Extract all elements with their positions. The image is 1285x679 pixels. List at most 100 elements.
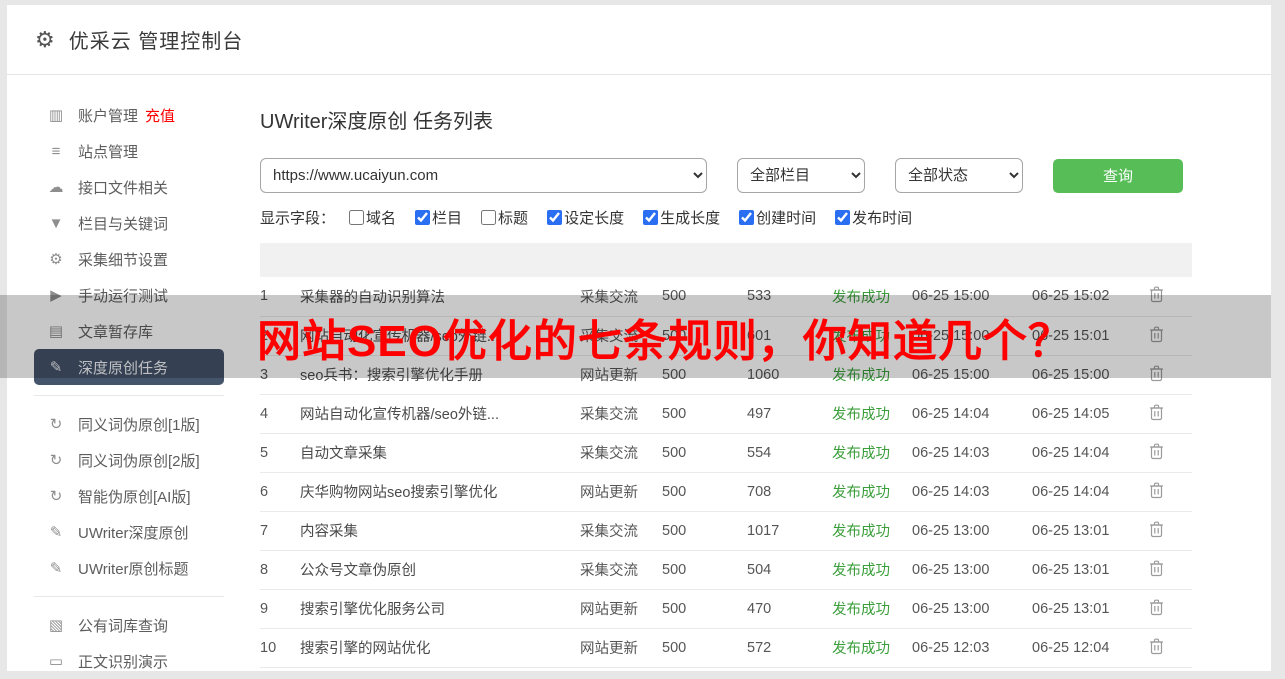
delete-task-button[interactable] [1147,519,1166,543]
edit-icon: ✎ [49,359,63,376]
sidebar-item[interactable]: ✎ UWriter深度原创 [34,514,224,550]
sidebar-item[interactable]: ▧ 公有词库查询 [34,607,224,643]
cell-index: 7 [260,511,300,551]
cell-status: 发布成功 [832,316,912,356]
cell-published-time: 06-25 13:01 [1032,589,1147,629]
table-row: 3 seo兵书：搜索引擎优化手册 网站更新 500 1060 发布成功 06-2… [260,355,1192,395]
cell-status: 发布成功 [832,628,912,668]
cell-gen-length: 1017 [747,511,832,551]
field-checkbox[interactable]: 栏目 [415,207,462,228]
sidebar-item[interactable]: ✎ UWriter原创标题 [34,550,224,586]
delete-task-button[interactable] [1147,558,1166,582]
sidebar: ▥ 账户管理 充值 ≡ 站点管理 ☁ 接口文件相关 ▼ 栏目与关键词 ⚙ 采集细… [7,75,244,671]
field-checkbox-input[interactable] [739,210,755,225]
recharge-link[interactable]: 充值 [145,105,175,126]
cell-gen-length: 533 [747,277,832,317]
cell-created-time: 06-25 13:00 [912,511,1032,551]
filter-icon: ▼ [48,214,64,232]
cell-published-time: 06-25 15:02 [1032,277,1147,317]
search-button[interactable]: 查询 [1053,158,1183,193]
cell-column: 网站更新 [580,355,662,395]
refresh-icon: ↻ [49,452,63,469]
cell-set-length: 500 [662,589,747,629]
sidebar-item[interactable]: ▤ 文章暂存库 [34,313,224,349]
sidebar-item[interactable]: ⚙ 采集细节设置 [34,241,224,277]
field-checkbox[interactable]: 创建时间 [739,207,816,228]
table-row: 5 自动文章采集 采集交流 500 554 发布成功 06-25 14:03 0… [260,433,1192,473]
monitor-icon: ▭ [48,653,64,670]
app-header: ⚙ 优采云 管理控制台 [7,5,1271,75]
cell-actions [1147,589,1192,629]
cell-set-length: 500 [662,628,747,668]
cell-keyword: 采集器的自动识别算法 [300,277,580,317]
cell-gen-length: 572 [747,628,832,668]
cell-status: 发布成功 [832,433,912,473]
cell-column: 采集交流 [580,277,662,317]
sidebar-item-label: 账户管理 [78,107,139,125]
sidebar-item[interactable]: ▭ 正文识别演示 [34,643,224,679]
field-checkbox-input[interactable] [349,210,365,225]
field-checkbox[interactable]: 域名 [349,207,396,228]
sidebar-item[interactable]: ▶ 手动运行测试 [34,277,224,313]
cell-keyword: 内容采集 [300,511,580,551]
sidebar-item-label: 深度原创任务 [78,359,169,377]
delete-task-button[interactable] [1147,636,1166,660]
sidebar-item[interactable]: ↻ 智能伪原创[AI版] [34,478,224,514]
sidebar-item[interactable]: ☁ 接口文件相关 [34,169,224,205]
cell-keyword: 庆华购物网站seo搜索引擎优化 [300,472,580,512]
sidebar-item-label: 文章暂存库 [78,323,154,341]
field-checkbox[interactable]: 生成长度 [643,207,720,228]
sidebar-item[interactable]: ≡ 站点管理 [34,133,224,169]
sidebar-item-label: 站点管理 [78,143,139,161]
delete-task-button[interactable] [1147,284,1166,308]
cell-created-time: 06-25 15:00 [912,316,1032,356]
sidebar-item[interactable]: ▥ 账户管理 充值 [34,97,224,133]
cell-created-time: 06-25 14:03 [912,433,1032,473]
cell-column: 采集交流 [580,394,662,434]
cell-column: 网站更新 [580,472,662,512]
cell-published-time: 06-25 12:04 [1032,628,1147,668]
cell-gen-length: 601 [747,316,832,356]
field-checkbox-input[interactable] [481,210,497,225]
field-checkbox-input[interactable] [415,210,431,225]
trash-icon [1150,326,1163,342]
cell-status: 发布成功 [832,511,912,551]
site-select[interactable]: https://www.ucaiyun.com [260,158,707,193]
server-icon: ≡ [51,142,61,160]
field-checkbox-input[interactable] [835,210,851,225]
field-checkbox-input[interactable] [547,210,563,225]
delete-task-button[interactable] [1147,441,1166,465]
sidebar-item[interactable]: ↻ 同义词伪原创[2版] [34,442,224,478]
field-checkbox[interactable]: 发布时间 [835,207,912,228]
cell-index: 6 [260,472,300,512]
delete-task-button[interactable] [1147,402,1166,426]
sidebar-item[interactable]: ✎ 深度原创任务 [34,349,224,385]
table-row: 10 搜索引擎的网站优化 网站更新 500 572 发布成功 06-25 12:… [260,628,1192,668]
delete-task-button[interactable] [1147,324,1166,348]
cell-published-time: 06-25 15:00 [1032,355,1147,395]
trash-icon [1150,443,1163,459]
cell-set-length: 500 [662,511,747,551]
column-filter-select[interactable]: 全部栏目 [737,158,865,193]
status-filter-select[interactable]: 全部状态 [895,158,1023,193]
field-checkbox[interactable]: 标题 [481,207,528,228]
field-checkbox-input[interactable] [643,210,659,225]
cell-index: 4 [260,394,300,434]
sidebar-item[interactable]: ↻ 同义词伪原创[1版] [34,406,224,442]
field-checkbox[interactable]: 设定长度 [547,207,624,228]
field-checkbox-label: 设定长度 [564,210,625,227]
delete-task-button[interactable] [1147,363,1166,387]
cell-keyword: 自动文章采集 [300,433,580,473]
cell-status: 发布成功 [832,472,912,512]
delete-task-button[interactable] [1147,480,1166,504]
cell-actions [1147,550,1192,590]
cell-gen-length: 470 [747,589,832,629]
cell-gen-length: 554 [747,433,832,473]
cell-gen-length: 504 [747,550,832,590]
cell-keyword: 搜索引擎的网站优化 [300,628,580,668]
cell-keyword: 网站自动化宣传机器/seo外链... [300,394,580,434]
cell-set-length: 500 [662,550,747,590]
cell-set-length: 500 [662,394,747,434]
delete-task-button[interactable] [1147,597,1166,621]
sidebar-item[interactable]: ▼ 栏目与关键词 [34,205,224,241]
